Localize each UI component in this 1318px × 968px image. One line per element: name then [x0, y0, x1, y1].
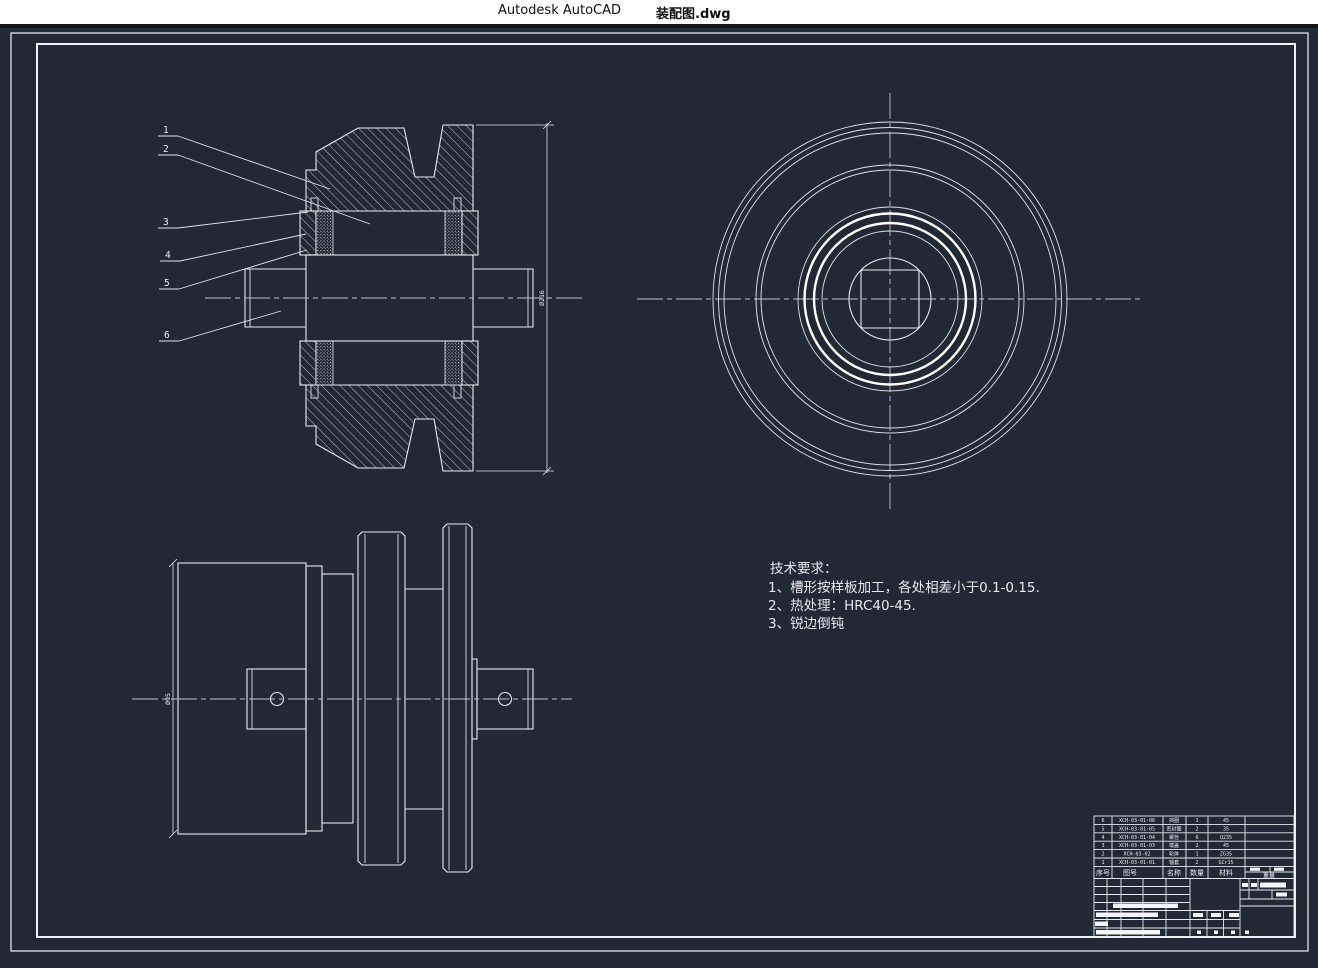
end-cap-right-bottom [462, 341, 478, 385]
svg-text:6: 6 [1101, 818, 1104, 824]
wheel-rim-section-top [306, 125, 473, 211]
front-view [637, 93, 1143, 509]
title-block-text-blob [1245, 931, 1249, 935]
bushing-right-bottom [445, 341, 462, 385]
parts-header-material: 材料 [1219, 868, 1233, 877]
parts-header-seq: 序号 [1096, 868, 1110, 877]
callout-2: 2 [163, 144, 169, 155]
svg-text:轮体: 轮体 [1169, 851, 1179, 858]
svg-text:2: 2 [1195, 826, 1198, 832]
bushing-left-bottom [316, 341, 333, 385]
document-title: 装配图.dwg [656, 3, 731, 22]
tech-req-item-2: 2、热处理：HRC40-45. [768, 598, 916, 614]
title-block-text-blob [1251, 883, 1257, 887]
window-titlebar: Autodesk AutoCAD 装配图.dwg [0, 0, 1318, 28]
section-view: Ø216 1 2 3 4 5 6 [158, 121, 585, 475]
title-block-text-blob [1113, 904, 1178, 909]
svg-text:轴套: 轴套 [1169, 859, 1179, 866]
svg-text:XCH-03-01-03: XCH-03-01-03 [1119, 843, 1155, 849]
app-title: Autodesk AutoCAD [498, 3, 621, 18]
title-block-text-blob [1276, 893, 1287, 897]
title-block-text-blob [1193, 913, 1203, 917]
callout-4: 4 [165, 250, 171, 261]
title-block-text-blob [1231, 931, 1235, 935]
sheet-inner-border [37, 44, 1295, 937]
parts-header-name: 名称 [1167, 868, 1181, 877]
title-block-text-blob [1211, 913, 1221, 917]
svg-text:XCH-03-01-01: XCH-03-01-01 [1119, 860, 1155, 866]
side-view: Ø95 [132, 524, 572, 872]
end-cap-right-top [462, 211, 478, 255]
wheel-rim-section-bottom [306, 385, 473, 471]
tech-req-item-1: 1、槽形按样板加工，各处相差小于0.1-0.15. [768, 580, 1040, 596]
tech-req-item-3: 3、锐边倒钝 [768, 616, 844, 632]
svg-text:5: 5 [1101, 826, 1104, 832]
parts-row: 2 XCH-03-02 轮体 1 ZG35 [1101, 851, 1232, 858]
end-cap-left-bottom [300, 341, 316, 385]
parts-header-qty: 数量 [1190, 868, 1204, 877]
svg-text:XCH-03-02: XCH-03-02 [1123, 852, 1150, 858]
svg-text:1: 1 [1101, 860, 1104, 866]
parts-list: 序号 图号 名称 数量 材料 重量 6XCH-03-01-06挡圈145 5XC… [1094, 816, 1294, 880]
cad-viewport[interactable]: Ø216 1 2 3 4 5 6 [0, 28, 1318, 964]
title-block [1094, 879, 1294, 938]
bushing-right-top [445, 211, 462, 255]
parts-row: 6 XCH-03-01-06 挡圈 1 45 [1101, 817, 1229, 824]
svg-text:挡圈: 挡圈 [1169, 817, 1179, 824]
callout-6: 6 [164, 330, 170, 341]
callout-5: 5 [164, 278, 170, 289]
parts-row: 4 XCH-03-01-04 螺栓 6 Q235 [1101, 834, 1232, 841]
svg-text:4: 4 [1101, 835, 1104, 841]
flange-disc-2 [443, 524, 472, 872]
title-block-text-blob [1096, 930, 1160, 935]
svg-text:XCH-03-01-05: XCH-03-01-05 [1119, 826, 1155, 832]
parts-row: 3 XCH-03-01-03 端盖 2 45 [1101, 842, 1229, 849]
step-band [306, 566, 322, 831]
parts-header-dwgno: 图号 [1123, 869, 1137, 877]
svg-text:45: 45 [1223, 843, 1229, 849]
svg-text:6: 6 [1195, 835, 1198, 841]
tech-req-title: 技术要求： [770, 561, 838, 577]
bushing-left-top [316, 211, 333, 255]
svg-text:端盖: 端盖 [1169, 842, 1179, 849]
svg-text:密封圈: 密封圈 [1166, 825, 1181, 832]
title-block-text-blob [1197, 931, 1201, 935]
svg-text:1: 1 [1195, 852, 1198, 858]
side-dimension: Ø95 [164, 559, 177, 838]
parts-row: 5 XCH-03-01-05 密封圈 2 35 [1101, 825, 1229, 832]
title-block-text-blob [1260, 883, 1286, 888]
title-block-text-blob [1214, 931, 1218, 935]
end-cap-left-top [300, 211, 316, 255]
svg-text:1: 1 [1195, 818, 1198, 824]
title-block-text-blob [1095, 922, 1108, 927]
svg-text:2: 2 [1101, 852, 1104, 858]
svg-text:XCH-03-01-04: XCH-03-01-04 [1119, 835, 1155, 841]
svg-text:螺栓: 螺栓 [1169, 834, 1179, 841]
svg-text:35: 35 [1223, 826, 1229, 832]
callout-3: 3 [163, 217, 169, 228]
svg-text:XCH-03-01-06: XCH-03-01-06 [1119, 818, 1155, 824]
title-block-text-blob [1229, 913, 1239, 917]
svg-text:ZG35: ZG35 [1220, 852, 1232, 858]
title-block-text-blob [1096, 913, 1158, 918]
svg-text:Q235: Q235 [1220, 835, 1232, 841]
section-dimension-text: Ø216 [538, 290, 546, 306]
drawing-sheet: Ø216 1 2 3 4 5 6 [0, 28, 1318, 964]
callout-1: 1 [163, 125, 169, 136]
svg-text:2: 2 [1195, 843, 1198, 849]
wheel-body [178, 563, 306, 834]
title-block-text-blob [1242, 883, 1248, 887]
side-dimension-text: Ø95 [164, 693, 172, 705]
hub-ring [322, 574, 353, 823]
technical-requirements: 技术要求： 1、槽形按样板加工，各处相差小于0.1-0.15. 2、热处理：HR… [768, 561, 1040, 632]
sheet-outer-border [11, 33, 1308, 951]
svg-text:3: 3 [1101, 843, 1104, 849]
svg-text:45: 45 [1223, 818, 1229, 824]
parts-row: 1 XCH-03-01-01 轴套 2 GCr15 [1101, 859, 1233, 866]
svg-text:2: 2 [1195, 860, 1198, 866]
svg-text:GCr15: GCr15 [1218, 860, 1233, 866]
